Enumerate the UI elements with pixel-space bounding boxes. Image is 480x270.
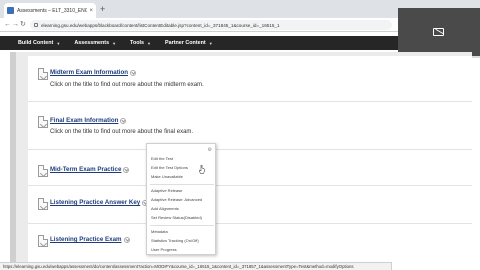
item-title-text: Final Exam Information [50, 117, 119, 124]
close-tab-icon[interactable]: × [89, 8, 93, 14]
test-icon [38, 198, 48, 210]
hand-cursor-icon [199, 165, 205, 174]
content-area: ▲ Midterm Exam Information Click on the … [10, 52, 472, 270]
url-field[interactable]: elearning.gsu.edu/webapps/blackboard/con… [30, 20, 392, 30]
document-icon [38, 116, 48, 128]
content-item-midterm-info: Midterm Exam Information Click on the ti… [28, 56, 472, 102]
item-title-text: Listening Practice Exam [50, 236, 122, 243]
forward-icon[interactable]: → [12, 20, 19, 29]
menu-separator [150, 184, 214, 185]
tools-menu[interactable]: Tools ▼ [130, 40, 151, 46]
menu-item-metadata[interactable]: Metadata [151, 229, 168, 234]
reload-icon[interactable]: ↻ [20, 20, 26, 29]
item-title-link[interactable]: Listening Practice Exam [50, 236, 130, 243]
new-tab-button[interactable]: + [100, 4, 105, 14]
webcam-overlay [398, 8, 480, 56]
url-text: elearning.gsu.edu/webapps/blackboard/con… [41, 22, 280, 28]
content-item-midterm-practice: Mid-Term Exam Practice [28, 150, 472, 186]
options-chevron-icon[interactable] [123, 166, 130, 173]
screen: Assessments – ELT_3310_ENGL... × + ← → ↻… [0, 0, 480, 270]
options-chevron-icon[interactable] [123, 236, 130, 243]
build-content-menu[interactable]: Build Content ▼ [18, 40, 60, 46]
menu-item-edit-test[interactable]: Edit the Test [151, 156, 173, 161]
item-title-link[interactable]: Listening Practice Answer Key [50, 199, 149, 206]
item-context-menu: ⚙ Edit the Test Edit the Test Options Ma… [146, 143, 216, 255]
left-rail [10, 52, 16, 270]
menu-item-add-alignments[interactable]: Add Alignments [151, 206, 179, 211]
partner-content-label: Partner Content [165, 40, 206, 46]
build-content-label: Build Content [18, 40, 54, 46]
item-title-text: Midterm Exam Information [50, 69, 129, 76]
menu-item-make-unavailable[interactable]: Make Unavailable [151, 174, 183, 179]
item-title-text: Mid-Term Exam Practice [50, 166, 122, 173]
menu-item-edit-test-options[interactable]: Edit the Test Options [151, 165, 188, 170]
item-title-link[interactable]: Midterm Exam Information [50, 69, 137, 76]
item-description: Click on the title to find out more abou… [50, 82, 204, 88]
menu-item-adaptive-release-advanced[interactable]: Adaptive Release: Advanced [151, 197, 202, 202]
assessments-label: Assessments [74, 40, 110, 46]
content-list: ▲ Midterm Exam Information Click on the … [28, 56, 472, 270]
options-chevron-icon[interactable] [130, 69, 137, 76]
tab-title: Assessments – ELT_3310_ENGL... [17, 7, 88, 14]
item-title-text: Listening Practice Answer Key [50, 199, 141, 206]
content-item-final-info: Final Exam Information Click on the titl… [28, 102, 472, 150]
tools-label: Tools [130, 40, 145, 46]
back-icon[interactable]: ← [4, 20, 11, 29]
blackboard-favicon-icon [7, 7, 14, 14]
browser-tab[interactable]: Assessments – ELT_3310_ENGL... × [4, 3, 96, 18]
item-description: Click on the title to find out more abou… [50, 129, 194, 135]
camera-off-icon [433, 28, 444, 36]
test-icon [38, 235, 48, 247]
test-icon [38, 165, 48, 177]
course-menu-bar: Build Content ▼ Assessments ▼ Tools ▼ Partn… [0, 36, 398, 50]
chevron-down-icon: ▼ [147, 40, 151, 46]
options-chevron-icon[interactable] [120, 117, 127, 124]
document-icon [38, 68, 48, 80]
lock-icon [34, 23, 38, 27]
menu-item-set-review-status[interactable]: Set Review Status(Disabled) [151, 215, 202, 220]
menu-item-statistics-tracking[interactable]: Statistics Tracking (On/Off) [151, 238, 199, 243]
assessments-menu[interactable]: Assessments ▼ [74, 40, 116, 46]
content-item-listening-key: Listening Practice Answer Key [28, 186, 472, 224]
chevron-down-icon: ▼ [56, 40, 61, 46]
browser-status-bar: https://elearning.gsu.edu/webapps/assess… [0, 262, 392, 270]
chevron-down-icon: ▼ [208, 40, 213, 46]
menu-separator [150, 225, 214, 226]
item-title-link[interactable]: Mid-Term Exam Practice [50, 166, 130, 173]
menu-item-user-progress[interactable]: User Progress [151, 247, 177, 252]
partner-content-menu[interactable]: Partner Content ▼ [165, 40, 213, 46]
close-menu-icon[interactable]: ⚙ [208, 147, 212, 153]
chevron-down-icon: ▼ [112, 40, 117, 46]
menu-item-adaptive-release[interactable]: Adaptive Release [151, 188, 182, 193]
item-title-link[interactable]: Final Exam Information [50, 117, 127, 124]
